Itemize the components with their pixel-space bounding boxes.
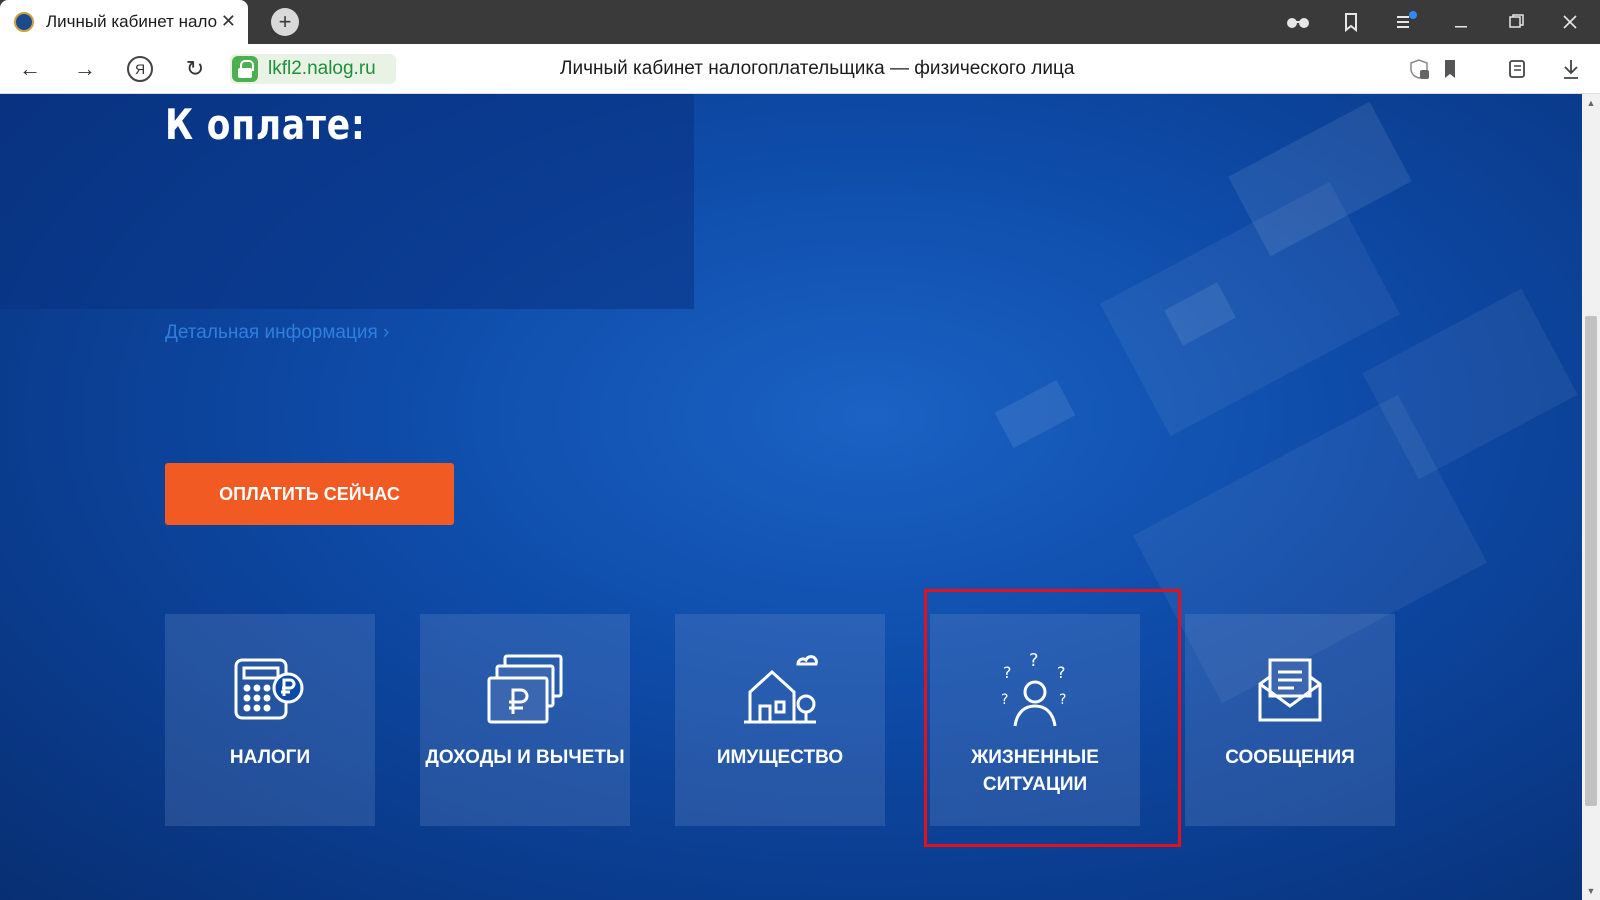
tab-title: Личный кабинет налогоплательщика — [46, 12, 218, 31]
background-shape — [1100, 181, 1400, 437]
card-income-deductions[interactable]: ДОХОДЫ И ВЫЧЕТЫ — [420, 614, 630, 826]
card-label: ИМУЩЕСТВО — [716, 747, 844, 768]
scroll-up-arrow-icon[interactable]: ▲ — [1582, 94, 1600, 112]
card-label: ДОХОДЫ И ВЫЧЕТЫ — [425, 747, 625, 768]
envelope-icon — [1258, 658, 1322, 722]
scroll-down-arrow-icon[interactable]: ▼ — [1582, 882, 1600, 900]
maximize-icon[interactable] — [1500, 8, 1530, 36]
yandex-button[interactable]: Я — [127, 56, 153, 82]
favicon-icon — [14, 12, 34, 32]
card-messages[interactable]: СООБЩЕНИЯ — [1185, 614, 1395, 826]
address-bar: ← → Я ↻ lkfl2.nalog.ru Личный кабинет на… — [0, 44, 1600, 94]
lock-icon — [232, 56, 258, 82]
background-shape — [994, 379, 1076, 449]
new-tab-button[interactable]: + — [271, 8, 299, 36]
reader-mode-icon[interactable] — [1283, 8, 1313, 36]
page-title: Личный кабинет налогоплательщика — физич… — [560, 58, 1075, 79]
detail-info-link[interactable]: Детальная информация › — [165, 322, 389, 344]
minimize-icon[interactable] — [1446, 8, 1476, 36]
collections-icon[interactable] — [1504, 56, 1530, 82]
url-text: lkfl2.nalog.ru — [268, 58, 376, 79]
forward-button[interactable]: → — [72, 56, 98, 82]
downloads-icon[interactable] — [1558, 56, 1584, 82]
card-label: СООБЩЕНИЯ — [1225, 747, 1355, 768]
calculator-ruble-icon — [234, 658, 304, 720]
payment-heading: К оплате: — [165, 100, 366, 149]
close-window-icon[interactable] — [1555, 8, 1585, 36]
tab-close-icon[interactable]: ✕ — [221, 11, 236, 31]
house-icon — [744, 655, 818, 724]
bookmark-icon[interactable] — [1437, 56, 1463, 82]
url-field[interactable]: lkfl2.nalog.ru — [230, 54, 396, 84]
highlight-frame — [924, 589, 1181, 847]
menu-icon[interactable] — [1390, 8, 1420, 36]
browser-tab[interactable]: Личный кабинет налогоплательщика ✕ — [0, 0, 248, 44]
card-taxes[interactable]: НАЛОГИ — [165, 614, 375, 826]
browser-tab-bar: Личный кабинет налогоплательщика ✕ + — [0, 0, 1600, 44]
reload-button[interactable]: ↻ — [182, 56, 208, 82]
card-label: НАЛОГИ — [229, 747, 311, 768]
back-button[interactable]: ← — [17, 56, 43, 82]
banknotes-icon — [487, 654, 563, 724]
protect-icon[interactable] — [1406, 56, 1432, 82]
pay-now-button[interactable]: ОПЛАТИТЬ СЕЙЧАС — [165, 463, 454, 525]
card-property[interactable]: ИМУЩЕСТВО — [675, 614, 885, 826]
scroll-thumb[interactable] — [1585, 316, 1597, 806]
page-scrollbar[interactable]: ▲ ▼ — [1582, 94, 1600, 900]
bookmarks-icon[interactable] — [1336, 8, 1366, 36]
page-viewport: К оплате: Детальная информация › ОПЛАТИТ… — [0, 94, 1582, 900]
